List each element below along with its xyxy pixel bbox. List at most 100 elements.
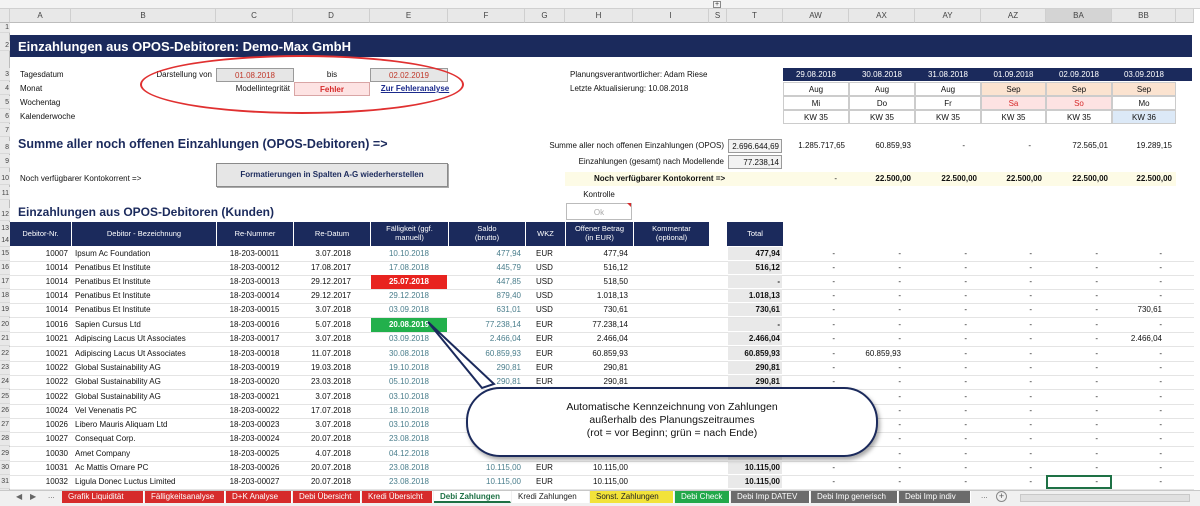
column-header-az[interactable]: AZ [981,9,1046,23]
sheet-tab[interactable]: Debi Imp generisch [811,491,898,503]
cell-day-amount[interactable]: - [1046,418,1100,432]
cell-day-amount[interactable]: - [1112,289,1164,303]
cell-day-amount[interactable]: 60.859,93 [849,347,903,361]
cell-bezeichnung[interactable]: Penatibus Et Institute [73,261,216,275]
cell-debitor-nr[interactable]: 10021 [28,347,70,361]
row-number[interactable]: 26 [0,404,10,418]
row-number[interactable]: 19 [0,303,10,317]
cell-day-amount[interactable]: - [849,332,903,346]
column-header-s[interactable]: S [709,9,727,23]
column-header-ax[interactable]: AX [849,9,915,23]
cell-day-amount[interactable]: - [1112,347,1164,361]
sheet-tab[interactable]: Sonst. Zahlungen [590,491,674,503]
cell-day-amount[interactable]: - [915,432,969,446]
cell-faelligkeit[interactable]: 25.07.2018 [371,275,447,289]
cell-day-amount[interactable]: - [981,303,1034,317]
cell-bezeichnung[interactable]: Ac Mattis Ornare PC [73,461,216,475]
column-header-b[interactable]: B [71,9,216,23]
cell-day-amount[interactable]: - [915,261,969,275]
cell-debitor-nr[interactable]: 10030 [28,447,70,461]
row-number[interactable]: 5 [0,96,10,109]
cell-re-nummer[interactable]: 18-203-00021 [218,390,291,404]
cell-saldo[interactable]: 445,79 [450,261,523,275]
cell-debitor-nr[interactable]: 10014 [28,289,70,303]
cell-faelligkeit[interactable]: 23.08.2018 [371,432,447,446]
cell-offener-betrag[interactable]: 518,50 [566,275,630,289]
cell-day-amount[interactable]: - [1046,275,1100,289]
cell-day-amount[interactable]: - [981,289,1034,303]
cell-saldo[interactable]: 477,94 [450,247,523,261]
cell-faelligkeit[interactable]: 04.12.2018 [371,447,447,461]
cell-day-amount[interactable]: - [1046,361,1100,375]
cell-debitor-nr[interactable]: 10014 [28,275,70,289]
cell-debitor-nr[interactable]: 10026 [28,418,70,432]
column-header-i[interactable]: I [633,9,709,23]
cell-faelligkeit[interactable]: 29.12.2018 [371,289,447,303]
cell-day-amount[interactable]: - [915,247,969,261]
cell-offener-betrag[interactable]: 60.859,93 [566,347,630,361]
cell-saldo[interactable]: 631,01 [450,303,523,317]
row-number[interactable]: 11 [0,187,10,200]
cell-offener-betrag[interactable]: 10.115,00 [566,461,630,475]
cell-day-amount[interactable]: - [783,347,837,361]
row-number[interactable]: 21 [0,332,10,346]
cell-bezeichnung[interactable]: Vel Venenatis PC [73,404,216,418]
cell-wkz[interactable]: EUR [534,361,564,375]
cell-bezeichnung[interactable]: Adipiscing Lacus Ut Associates [73,347,216,361]
cell-day-amount[interactable]: - [915,347,969,361]
cell-day-amount[interactable]: - [1112,261,1164,275]
cell-total[interactable]: - [728,318,782,332]
row-number[interactable]: 2 [0,41,10,51]
row-number[interactable]: 17 [0,275,10,289]
cell-wkz[interactable]: EUR [534,475,564,489]
column-header-t[interactable]: T [727,9,783,23]
cell-faelligkeit[interactable]: 18.10.2018 [371,404,447,418]
cell-bezeichnung[interactable]: Amet Company [73,447,216,461]
cell-debitor-nr[interactable]: 10016 [28,318,70,332]
cell-day-amount[interactable]: - [1046,390,1100,404]
cell-saldo[interactable]: 447,85 [450,275,523,289]
cell-day-amount[interactable]: - [783,261,837,275]
cell-offener-betrag[interactable]: 477,94 [566,247,630,261]
cell-day-amount[interactable]: - [915,418,969,432]
cell-bezeichnung[interactable]: Penatibus Et Institute [73,303,216,317]
cell-wkz[interactable]: EUR [534,332,564,346]
cell-day-amount[interactable]: - [783,475,837,489]
cell-day-amount[interactable]: - [1112,418,1164,432]
cell-total[interactable]: 10.115,00 [728,475,782,489]
cell-day-amount[interactable]: - [981,390,1034,404]
cell-day-amount[interactable]: - [1112,318,1164,332]
cell-day-amount[interactable]: - [1112,447,1164,461]
cell-day-amount[interactable]: - [915,404,969,418]
row-number[interactable]: 10 [0,172,10,185]
sheet-tab[interactable]: Kredi Übersicht [362,491,433,503]
cell-faelligkeit[interactable]: 03.09.2018 [371,303,447,317]
sheet-tab[interactable]: Debi Imp DATEV [731,491,810,503]
cell-debitor-nr[interactable]: 10007 [28,247,70,261]
cell-day-amount[interactable]: - [1046,432,1100,446]
corner-select-all[interactable] [0,9,10,23]
cell-total[interactable]: 1.018,13 [728,289,782,303]
column-header-f[interactable]: F [448,9,525,23]
cell-day-amount[interactable]: - [849,261,903,275]
format-restore-button[interactable]: Formatierungen in Spalten A-G wiederhers… [216,163,448,187]
tab-more-left[interactable]: ... [48,491,55,500]
cell-day-amount[interactable]: 730,61 [1112,303,1164,317]
cell-wkz[interactable]: EUR [534,347,564,361]
cell-day-amount[interactable]: - [849,289,903,303]
cell-re-nummer[interactable]: 18-203-00025 [218,447,291,461]
cell-debitor-nr[interactable]: 10031 [28,461,70,475]
cell-total[interactable]: 10.115,00 [728,461,782,475]
cell-day-amount[interactable]: - [981,375,1034,389]
cell-re-datum[interactable]: 20.07.2018 [293,432,353,446]
column-header-c[interactable]: C [216,9,293,23]
cell-day-amount[interactable]: - [915,303,969,317]
sheet-tab[interactable]: Debi Zahlungen [434,491,511,503]
cell-debitor-nr[interactable]: 10022 [28,361,70,375]
cell-offener-betrag[interactable]: 2.466,04 [566,332,630,346]
expand-icon[interactable]: + [713,1,721,8]
cell-offener-betrag[interactable]: 516,12 [566,261,630,275]
sheet-tab[interactable]: Debi Imp indiv [899,491,971,503]
row-number[interactable]: 24 [0,375,10,389]
tab-more-right[interactable]: ... [981,491,988,500]
